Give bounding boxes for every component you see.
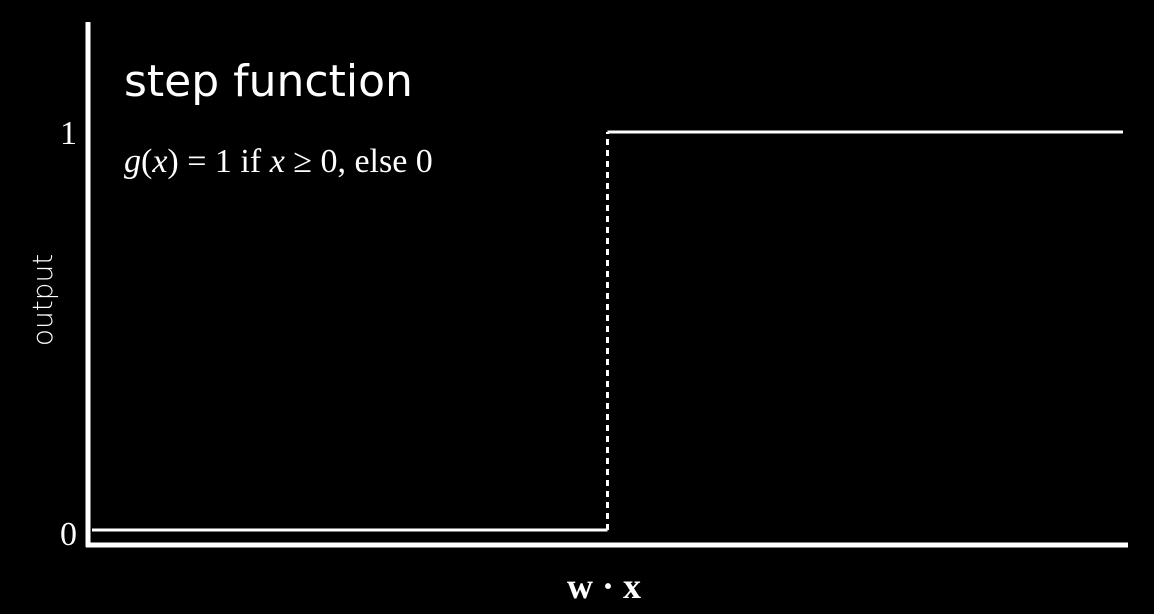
x-axis-label: w · x [567,566,641,606]
formula-part: ( [141,143,152,180]
y-tick-label: 1 [60,115,77,152]
y-axis-label: output [26,254,59,346]
y-tick-label: 0 [60,516,77,553]
y-ticks: 01 [60,115,77,553]
formula-part: x [269,143,285,180]
formula-part: ) = 1 if [167,143,269,180]
formula-annotation: g(x) = 1 if x ≥ 0, else 0 [124,143,433,180]
formula-part: x [151,143,167,180]
formula-part: ≥ 0, else 0 [285,143,433,180]
chart-title: step function [124,56,413,107]
series-layer [92,130,1123,532]
step-function-chart: step function g(x) = 1 if x ≥ 0, else 0 … [26,22,1128,606]
formula-part: g [124,143,141,180]
